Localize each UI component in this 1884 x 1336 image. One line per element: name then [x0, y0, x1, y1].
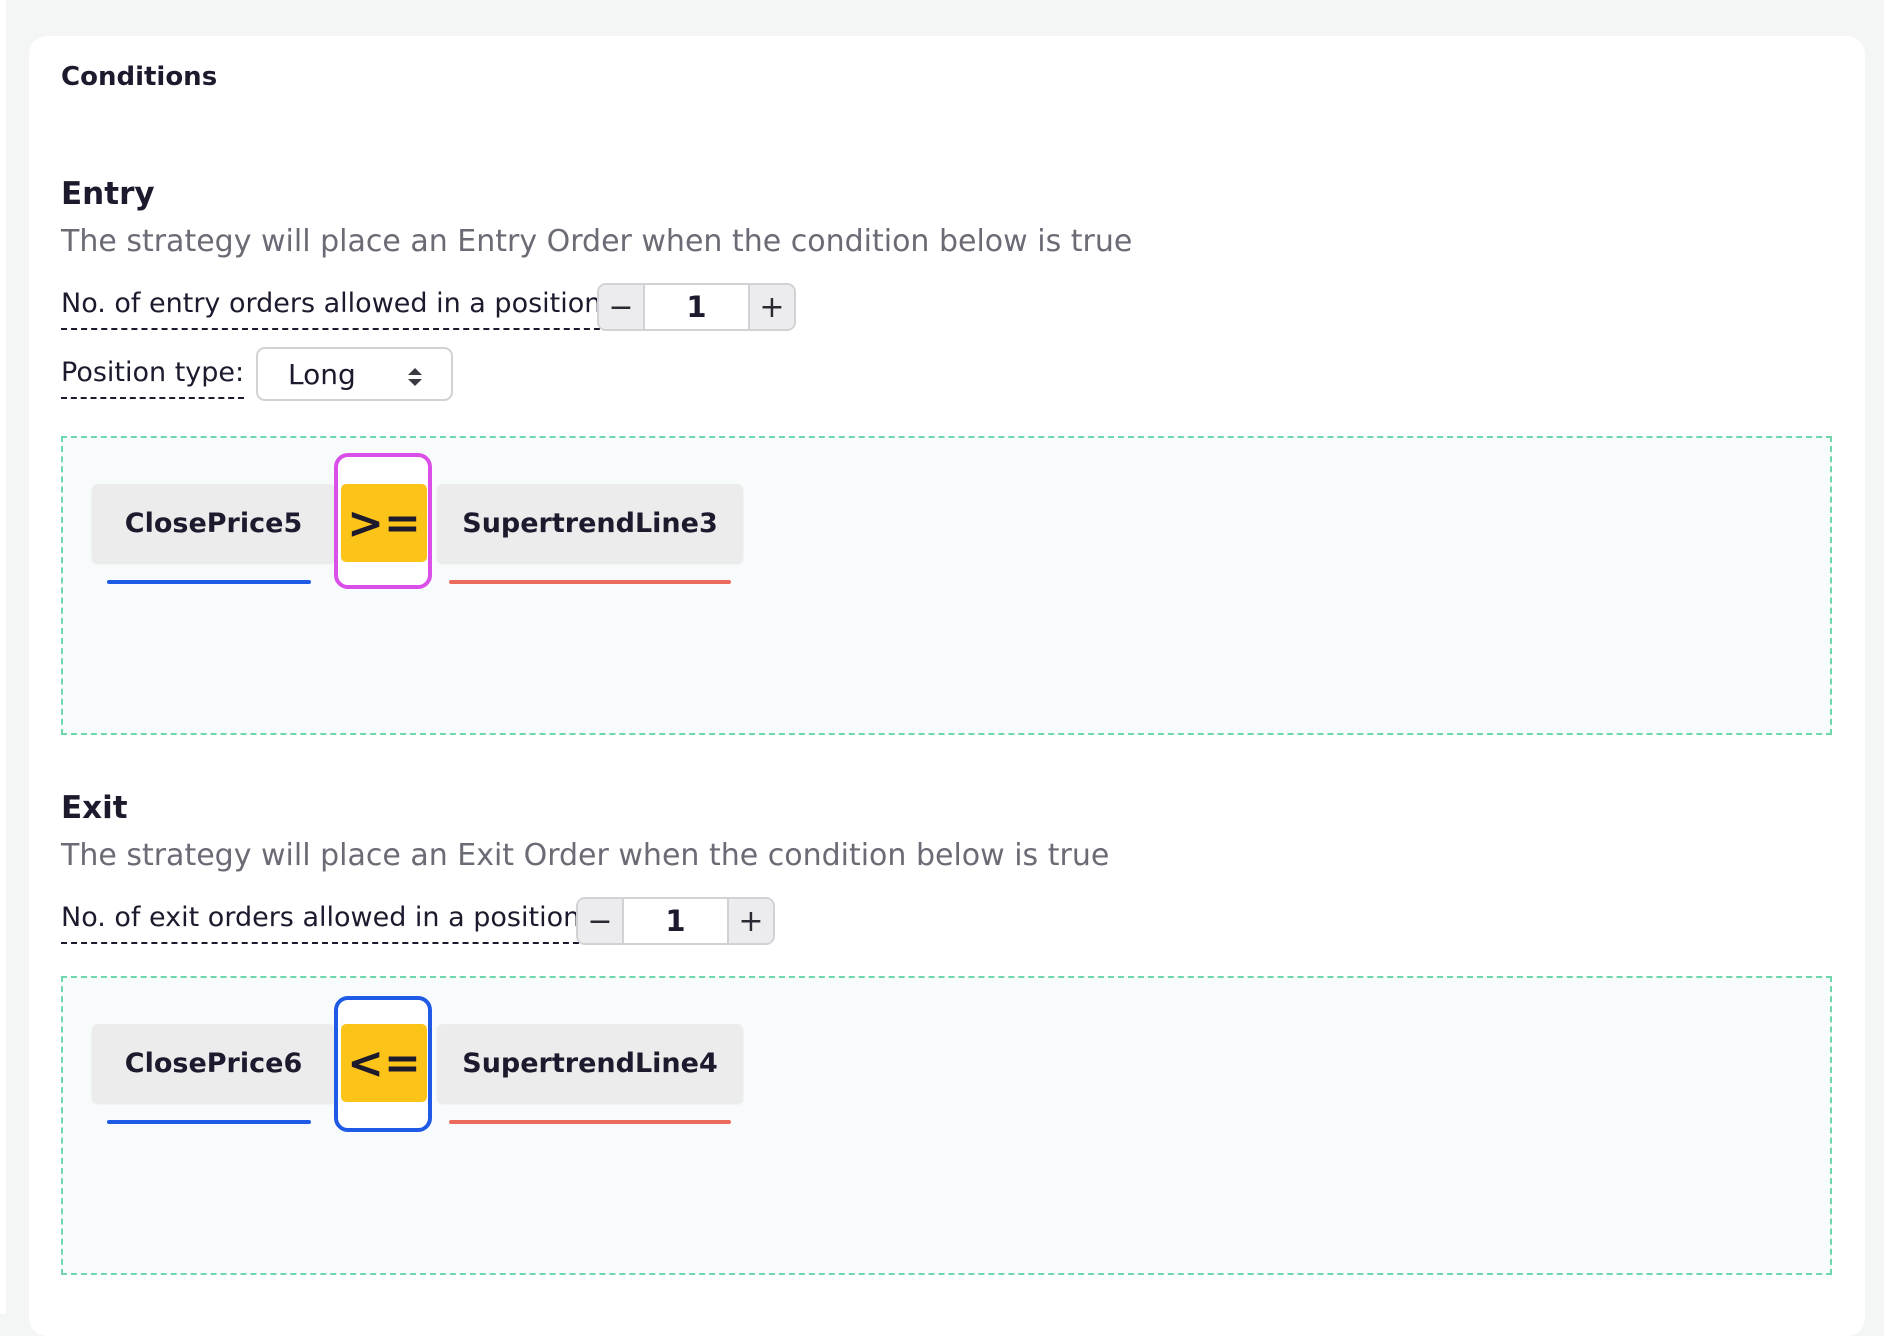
exit-right-operand[interactable]: SupertrendLine4 [437, 1024, 743, 1102]
entry-right-operand-line [449, 580, 731, 584]
exit-orders-value[interactable]: 1 [624, 899, 727, 943]
position-type-select[interactable]: Long [256, 347, 453, 401]
entry-right-operand[interactable]: SupertrendLine3 [437, 484, 743, 562]
exit-condition-area [61, 976, 1832, 1275]
entry-section-description: The strategy will place an Entry Order w… [61, 224, 1133, 259]
exit-section-description: The strategy will place an Exit Order wh… [61, 838, 1110, 873]
exit-left-operand[interactable]: ClosePrice6 [92, 1024, 335, 1102]
position-type-selected-value: Long [288, 358, 356, 391]
left-panel-edge [0, 0, 6, 1314]
exit-orders-label: No. of exit orders allowed in a position… [61, 900, 590, 944]
entry-condition-area [61, 436, 1832, 735]
minus-icon: − [587, 903, 613, 939]
sort-updown-icon [408, 368, 422, 386]
entry-orders-value[interactable]: 1 [645, 285, 748, 329]
exit-operator-button[interactable]: <= [341, 1024, 427, 1102]
minus-icon: − [608, 289, 634, 325]
entry-operator-button[interactable]: >= [341, 484, 427, 562]
plus-icon: + [738, 903, 764, 939]
exit-orders-increment-button[interactable]: + [727, 899, 773, 943]
entry-orders-increment-button[interactable]: + [748, 285, 794, 329]
entry-section-title: Entry [61, 176, 155, 212]
exit-orders-stepper: − 1 + [576, 897, 775, 945]
exit-left-operand-line [107, 1120, 311, 1124]
exit-orders-decrement-button[interactable]: − [578, 899, 624, 943]
position-type-label: Position type: [61, 355, 245, 399]
entry-orders-label: No. of entry orders allowed in a positio… [61, 286, 611, 330]
entry-left-operand-line [107, 580, 311, 584]
plus-icon: + [759, 289, 785, 325]
entry-left-operand[interactable]: ClosePrice5 [92, 484, 335, 562]
exit-section-title: Exit [61, 790, 128, 826]
entry-orders-stepper: − 1 + [597, 283, 796, 331]
card-title: Conditions [61, 62, 218, 92]
exit-right-operand-line [449, 1120, 731, 1124]
entry-orders-decrement-button[interactable]: − [599, 285, 645, 329]
